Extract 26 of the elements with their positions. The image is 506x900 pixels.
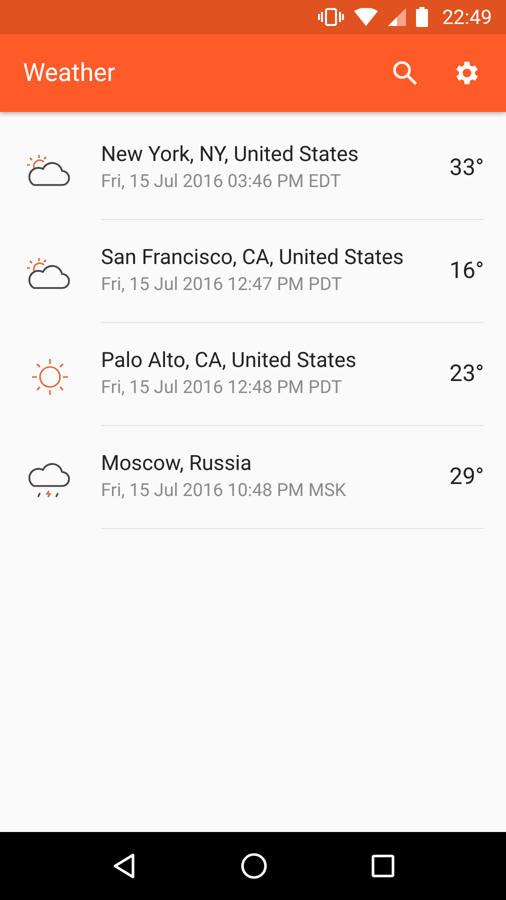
back-icon: [111, 853, 138, 879]
city-name: Palo Alto, CA, United States: [101, 348, 358, 372]
temperature: 23°: [450, 360, 484, 386]
local-datetime: Fri, 15 Jul 2016 12:48 PM PDT: [101, 376, 344, 398]
city-name: New York, NY, United States: [101, 142, 360, 166]
temperature: 29°: [450, 462, 484, 490]
location-row[interactable]: Moscow, Russia Fri, 15 Jul 2016 10:48 PM MSK 29°: [0, 425, 506, 528]
local-datetime: Fri, 15 Jul 2016 03:46 PM EDT: [101, 170, 342, 192]
vibrate-icon: [318, 7, 344, 27]
status-time: 22:49: [442, 5, 492, 29]
city-name: Moscow, Russia: [101, 452, 253, 476]
signal-icon: [388, 8, 406, 26]
battery-icon: [416, 7, 428, 27]
city-name: San Francisco, CA, United States: [101, 246, 405, 270]
home-icon: [240, 852, 268, 880]
temperature: 16°: [450, 256, 484, 284]
local-datetime: Fri, 15 Jul 2016 10:48 PM MSK: [101, 480, 348, 500]
search-icon: [392, 60, 418, 86]
location-row[interactable]: Palo Alto, CA, United States Fri, 15 Jul 2016 12:48 PM PDT 23°: [0, 322, 506, 425]
temperature: 33°: [450, 154, 484, 180]
location-row[interactable]: San Francisco, CA, United States Fri, 15 Jul 2016 12:47 PM PDT 16°: [0, 219, 506, 322]
app-title: Weather: [23, 58, 116, 88]
wifi-icon: [354, 8, 378, 26]
local-datetime: Fri, 15 Jul 2016 12:47 PM PDT: [101, 274, 344, 294]
location-row[interactable]: New York, NY, United States Fri, 15 Jul 2016 03:46 PM EDT 33°: [0, 116, 506, 219]
recents-icon: [370, 854, 395, 878]
